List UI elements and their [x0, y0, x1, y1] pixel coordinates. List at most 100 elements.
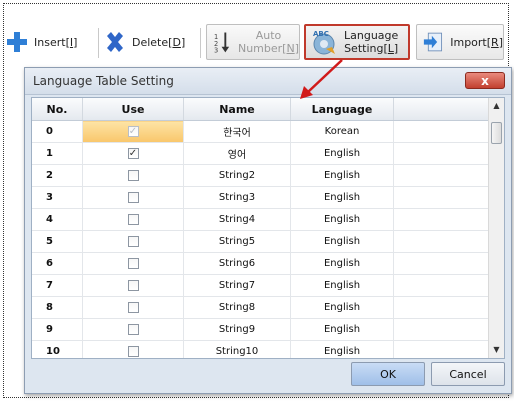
filler-cell: [393, 142, 492, 165]
row-number: 6: [32, 252, 83, 275]
delete-x-icon: [107, 32, 123, 52]
filler-cell: [393, 186, 492, 209]
language-cell[interactable]: English: [290, 296, 394, 319]
toolbar: Insert[I] Delete[D] 1 2 3 Auto Number[N]…: [6, 20, 504, 66]
table-row[interactable]: 9 String9 English: [32, 318, 492, 341]
close-icon: x: [481, 74, 489, 88]
filler-cell: [393, 208, 492, 231]
name-cell[interactable]: String3: [183, 186, 291, 209]
name-cell[interactable]: String10: [183, 340, 291, 358]
use-checkbox[interactable]: [127, 169, 139, 181]
use-cell: [82, 230, 184, 253]
table-row[interactable]: 10 String10 English: [32, 340, 492, 358]
use-cell: [82, 296, 184, 319]
column-header-language[interactable]: Language: [290, 98, 394, 121]
table-row[interactable]: 4 String4 English: [32, 208, 492, 231]
language-cell[interactable]: English: [290, 208, 394, 231]
use-checkbox[interactable]: [127, 257, 139, 269]
use-cell: [82, 274, 184, 297]
column-header-name[interactable]: Name: [183, 98, 291, 121]
row-number: 8: [32, 296, 83, 319]
language-cell[interactable]: English: [290, 318, 394, 341]
name-cell[interactable]: String5: [183, 230, 291, 253]
name-cell[interactable]: String8: [183, 296, 291, 319]
row-number: 5: [32, 230, 83, 253]
use-checkbox[interactable]: [127, 191, 139, 203]
row-number: 10: [32, 340, 83, 358]
language-cell[interactable]: English: [290, 186, 394, 209]
use-checkbox[interactable]: ✓: [127, 147, 139, 159]
table-row[interactable]: 8 String8 English: [32, 296, 492, 319]
filler-cell: [393, 252, 492, 275]
scroll-down-arrow-icon[interactable]: ▼: [489, 342, 504, 358]
language-cell[interactable]: English: [290, 142, 394, 165]
column-header-filler: [393, 98, 492, 121]
table-row[interactable]: 6 String6 English: [32, 252, 492, 275]
name-cell[interactable]: String6: [183, 252, 291, 275]
scroll-thumb[interactable]: [491, 122, 502, 144]
table-row[interactable]: 5 String5 English: [32, 230, 492, 253]
filler-cell: [393, 230, 492, 253]
name-cell[interactable]: String7: [183, 274, 291, 297]
use-checkbox[interactable]: [127, 301, 139, 313]
language-cell[interactable]: English: [290, 230, 394, 253]
row-number: 2: [32, 164, 83, 187]
use-cell: [82, 252, 184, 275]
row-number: 0: [32, 120, 83, 143]
use-cell: [82, 164, 184, 187]
auto-number-label: Auto Number[N]: [237, 29, 299, 55]
dialog-title-bar[interactable]: Language Table Setting x: [25, 68, 511, 95]
language-cell[interactable]: English: [290, 340, 394, 358]
import-button[interactable]: Import[R]: [416, 24, 504, 60]
plus-icon: [7, 32, 27, 52]
table-row[interactable]: 3 String3 English: [32, 186, 492, 209]
use-checkbox[interactable]: [127, 323, 139, 335]
language-table: No. Use Name Language 0 ✓ 한국어 Korean 1 ✓ 영어 Eng…: [32, 98, 492, 358]
cancel-button[interactable]: Cancel: [431, 362, 505, 386]
table-row[interactable]: 7 String7 English: [32, 274, 492, 297]
table-row[interactable]: 2 String2 English: [32, 164, 492, 187]
checkmark-icon: ✓: [128, 147, 138, 159]
language-cell[interactable]: Korean: [290, 120, 394, 143]
table-header-row: No. Use Name Language: [32, 98, 492, 121]
filler-cell: [393, 296, 492, 319]
vertical-scrollbar[interactable]: ▲ ▼: [488, 98, 504, 358]
use-checkbox[interactable]: [127, 235, 139, 247]
language-setting-button[interactable]: ABC Language Setting[L]: [304, 24, 410, 60]
import-label: Import[R]: [450, 35, 503, 49]
column-header-no[interactable]: No.: [32, 98, 83, 121]
close-button[interactable]: x: [465, 72, 505, 89]
use-checkbox[interactable]: [127, 279, 139, 291]
scroll-up-arrow-icon[interactable]: ▲: [489, 98, 504, 114]
language-gear-icon: ABC: [313, 30, 335, 55]
use-checkbox[interactable]: [127, 345, 139, 357]
table-row[interactable]: 0 ✓ 한국어 Korean: [32, 120, 492, 143]
auto-number-button[interactable]: 1 2 3 Auto Number[N]: [206, 24, 300, 60]
language-cell[interactable]: English: [290, 252, 394, 275]
import-icon: [423, 32, 443, 52]
language-setting-label: Language Setting[L]: [344, 29, 399, 55]
name-cell[interactable]: 한국어: [183, 120, 291, 143]
filler-cell: [393, 340, 492, 358]
use-checkbox[interactable]: [127, 213, 139, 225]
delete-button[interactable]: Delete[D]: [104, 24, 194, 60]
column-header-use[interactable]: Use: [82, 98, 184, 121]
insert-label: Insert[I]: [34, 35, 78, 49]
language-cell[interactable]: English: [290, 274, 394, 297]
row-number: 3: [32, 186, 83, 209]
name-cell[interactable]: String4: [183, 208, 291, 231]
name-cell[interactable]: String9: [183, 318, 291, 341]
ok-button[interactable]: OK: [351, 362, 425, 386]
name-cell[interactable]: 영어: [183, 142, 291, 165]
insert-button[interactable]: Insert[I]: [6, 24, 92, 60]
row-number: 4: [32, 208, 83, 231]
svg-text:ABC: ABC: [313, 30, 329, 38]
name-cell[interactable]: String2: [183, 164, 291, 187]
table-row[interactable]: 1 ✓ 영어 English: [32, 142, 492, 165]
use-cell: ✓: [82, 142, 184, 165]
dialog-footer: OK Cancel: [31, 360, 505, 388]
toolbar-divider: [200, 28, 201, 58]
toolbar-divider: [98, 28, 99, 58]
language-cell[interactable]: English: [290, 164, 394, 187]
row-number: 1: [32, 142, 83, 165]
